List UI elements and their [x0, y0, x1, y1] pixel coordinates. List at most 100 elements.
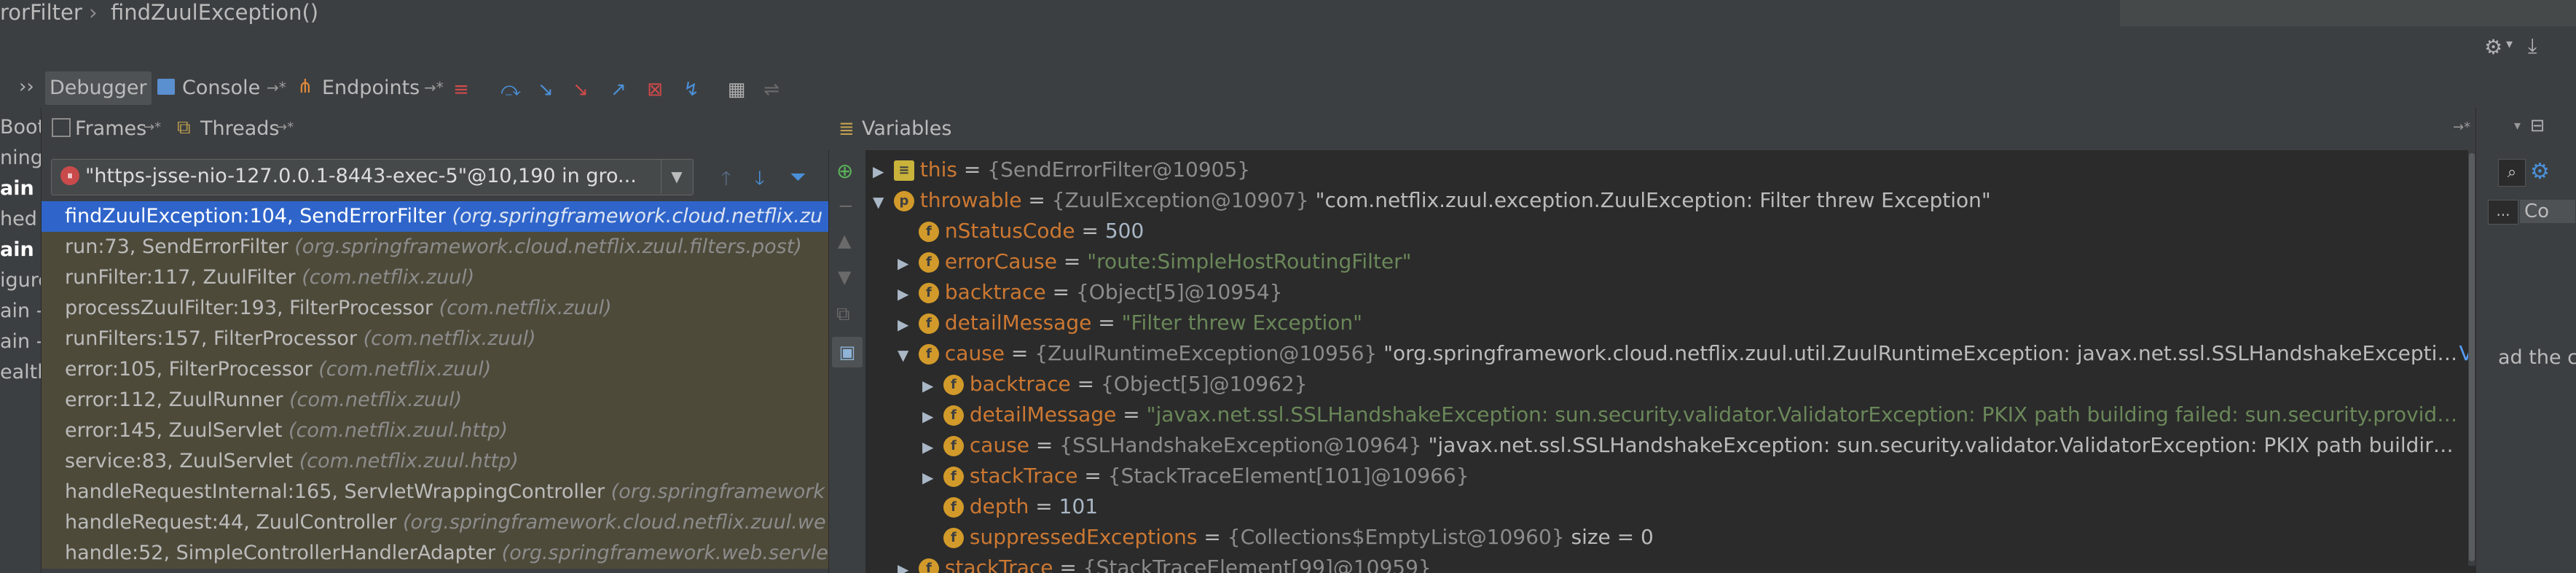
variable-name: nStatusCode — [944, 219, 1075, 243]
variable-row[interactable]: ▶ f stackTrace = {StackTraceElement[101]@… — [865, 461, 2475, 491]
frame-row[interactable]: error:112, ZuulRunner (com.netflix.zuul) — [42, 385, 828, 416]
pin-icon[interactable]: →* — [144, 120, 161, 135]
field-icon: f — [918, 283, 939, 303]
move-down-icon[interactable]: ▼ — [838, 267, 851, 287]
variable-equals: = — [1091, 311, 1122, 335]
chevron-down-icon[interactable]: ▼ — [661, 160, 692, 193]
next-frame-icon[interactable]: 🡓 — [755, 165, 765, 197]
expand-toggle-icon[interactable]: ▶ — [922, 432, 937, 461]
frame-row[interactable]: runFilters:157, FilterProcessor (com.net… — [42, 324, 828, 354]
tab-console[interactable]: Console — [178, 71, 264, 105]
remove-watch-icon[interactable]: − — [838, 195, 854, 217]
frame-row[interactable]: runFilter:117, ZuulFilter (com.netflix.z… — [42, 262, 828, 293]
chevron-down-icon[interactable]: ▾ — [2506, 36, 2513, 52]
variable-row[interactable]: ▶ ≡ this = {SendErrorFilter@10905} — [865, 155, 2475, 185]
tab-debugger[interactable]: Debugger — [45, 71, 152, 105]
variable-value: "org.springframework.cloud.netflix.zuul.… — [1377, 341, 2458, 365]
field-icon: f — [918, 558, 939, 573]
thread-dropdown[interactable]: ⏸ "https-jsse-nio-127.0.0.1-8443-exec-5"… — [51, 159, 694, 195]
frame-row[interactable]: service:83, ZuulServlet (com.netflix.zuu… — [42, 446, 828, 477]
drop-frame-icon[interactable]: ⊠ — [644, 79, 666, 101]
variable-row[interactable]: ▼ p throwable = {ZuulException@10907} "co… — [865, 185, 2475, 216]
breadcrumb-right-area — [2120, 0, 2576, 26]
gear-icon[interactable]: ⚙ — [2484, 35, 2502, 59]
variable-name: detailMessage — [969, 402, 1117, 426]
variable-name: backtrace — [969, 372, 1071, 396]
gear-icon[interactable]: ⚙ — [2530, 159, 2550, 184]
variable-row[interactable]: ▶ f detailMessage = "Filter threw Excepti… — [865, 308, 2475, 338]
variable-row[interactable]: f nStatusCode = 500 — [865, 216, 2475, 246]
layout-icon[interactable]: ⊟ — [2530, 115, 2545, 136]
threads-icon: ⧉ — [177, 117, 191, 139]
search-icon[interactable]: ⌕ — [2498, 159, 2526, 187]
frame-row[interactable]: handleRequest:44, ZuulController (org.sp… — [42, 507, 828, 538]
chevron-down-icon[interactable]: ▾ — [2514, 118, 2521, 133]
field-icon: f — [943, 528, 964, 548]
expand-toggle-icon[interactable]: ▶ — [922, 370, 937, 399]
gutter-line: ain — [0, 238, 34, 261]
variable-type: {ZuulException@10907} — [1051, 188, 1309, 212]
previous-frame-icon[interactable]: 🡑 — [721, 165, 731, 197]
expand-button[interactable]: ... — [2488, 200, 2518, 225]
frame-row[interactable]: handle:52, SimpleControllerHandlerAdapte… — [42, 538, 828, 569]
variable-row[interactable]: ▶ f detailMessage = "javax.net.ssl.SSLHan… — [865, 399, 2475, 430]
variable-equals: = — [1029, 433, 1060, 457]
tab-frames[interactable]: Frames — [75, 114, 146, 144]
frame-row[interactable]: processZuulFilter:193, FilterProcessor (… — [42, 293, 828, 324]
expand-arrows-icon[interactable]: ›› — [19, 76, 34, 98]
copy-icon[interactable]: ⧉ — [836, 303, 850, 326]
breadcrumb-item-method[interactable]: findZuulException() — [111, 0, 318, 25]
variable-equals: = — [1056, 249, 1088, 273]
pin-icon[interactable]: →* — [276, 120, 294, 135]
step-over-icon[interactable]: ⤼ — [500, 79, 522, 101]
frame-row[interactable]: handleRequestInternal:165, ServletWrappi… — [42, 477, 828, 507]
expand-toggle-icon[interactable]: ▼ — [898, 340, 912, 369]
variable-row[interactable]: ▶ f backtrace = {Object[5]@10954} — [865, 277, 2475, 308]
variables-scrollbar[interactable] — [2468, 150, 2475, 566]
variable-name: stackTrace — [969, 464, 1078, 488]
variable-row[interactable]: ▶ f cause = {SSLHandshakeException@10964}… — [865, 430, 2475, 461]
expand-toggle-icon[interactable]: ▶ — [898, 554, 912, 573]
pin-icon[interactable]: →* — [424, 79, 444, 96]
expand-toggle-icon[interactable]: ▶ — [922, 401, 937, 430]
expand-toggle-icon[interactable]: ▶ — [898, 309, 912, 338]
variable-row[interactable]: ▼ f cause = {ZuulRuntimeException@10956} … — [865, 338, 2475, 369]
variable-row[interactable]: f depth = 101 — [865, 491, 2475, 522]
evaluate-expression-icon[interactable]: ▦ — [726, 79, 747, 101]
show-execution-point-icon[interactable]: ≡ — [450, 79, 472, 101]
run-to-cursor-icon[interactable]: ↯ — [680, 79, 702, 101]
variable-row[interactable]: ▶ f backtrace = {Object[5]@10962} — [865, 369, 2475, 399]
pin-icon[interactable]: →* — [267, 79, 286, 96]
variable-equals: = — [1116, 402, 1147, 426]
tab-threads[interactable]: Threads — [200, 114, 279, 144]
filter-icon[interactable]: ⏷ — [790, 165, 806, 190]
move-up-icon[interactable]: ▲ — [838, 230, 851, 251]
frame-row[interactable]: error:105, FilterProcessor (com.netflix.… — [42, 354, 828, 385]
expand-toggle-icon[interactable]: ▶ — [922, 462, 937, 491]
trace-icon[interactable]: ⇌ — [761, 79, 782, 101]
breadcrumb-item-class[interactable]: rorFilter — [0, 0, 82, 25]
variable-value: size = 0 — [1564, 525, 1654, 549]
watches-toggle-icon[interactable]: ▣ — [832, 337, 863, 367]
column-header[interactable]: Co — [2520, 200, 2575, 223]
hide-icon[interactable]: ⤓ — [2528, 34, 2537, 58]
tab-endpoints[interactable]: Endpoints — [318, 71, 424, 105]
new-watch-icon[interactable]: ⊕ — [836, 159, 853, 183]
step-out-icon[interactable]: ↗ — [608, 79, 629, 101]
expand-toggle-icon[interactable]: ▼ — [873, 187, 887, 216]
variable-row[interactable]: ▶ f errorCause = "route:SimpleHostRouting… — [865, 246, 2475, 277]
variables-scrollbar-thumb[interactable] — [2469, 153, 2475, 561]
variable-name: detailMessage — [944, 311, 1092, 335]
expand-toggle-icon[interactable]: ▶ — [873, 156, 887, 185]
frame-row[interactable]: error:145, ZuulServlet (com.netflix.zuul… — [42, 416, 828, 446]
variable-row[interactable]: ▶ f stackTrace = {StackTraceElement[99]@1… — [865, 553, 2475, 573]
expand-toggle-icon[interactable]: ▶ — [898, 278, 912, 308]
frame-row[interactable]: run:73, SendErrorFilter (org.springframe… — [42, 232, 828, 262]
force-step-into-icon[interactable]: ↘ — [570, 79, 592, 101]
variable-type: {SendErrorFilter@10905} — [987, 157, 1251, 182]
pin-icon[interactable]: →* — [2453, 120, 2470, 135]
expand-toggle-icon[interactable]: ▶ — [898, 248, 912, 277]
frame-row[interactable]: findZuulException:104, SendErrorFilter (… — [42, 201, 828, 232]
step-into-icon[interactable]: ↘ — [535, 79, 557, 101]
variable-row[interactable]: f suppressedExceptions = {Collections$Emp… — [865, 522, 2475, 553]
